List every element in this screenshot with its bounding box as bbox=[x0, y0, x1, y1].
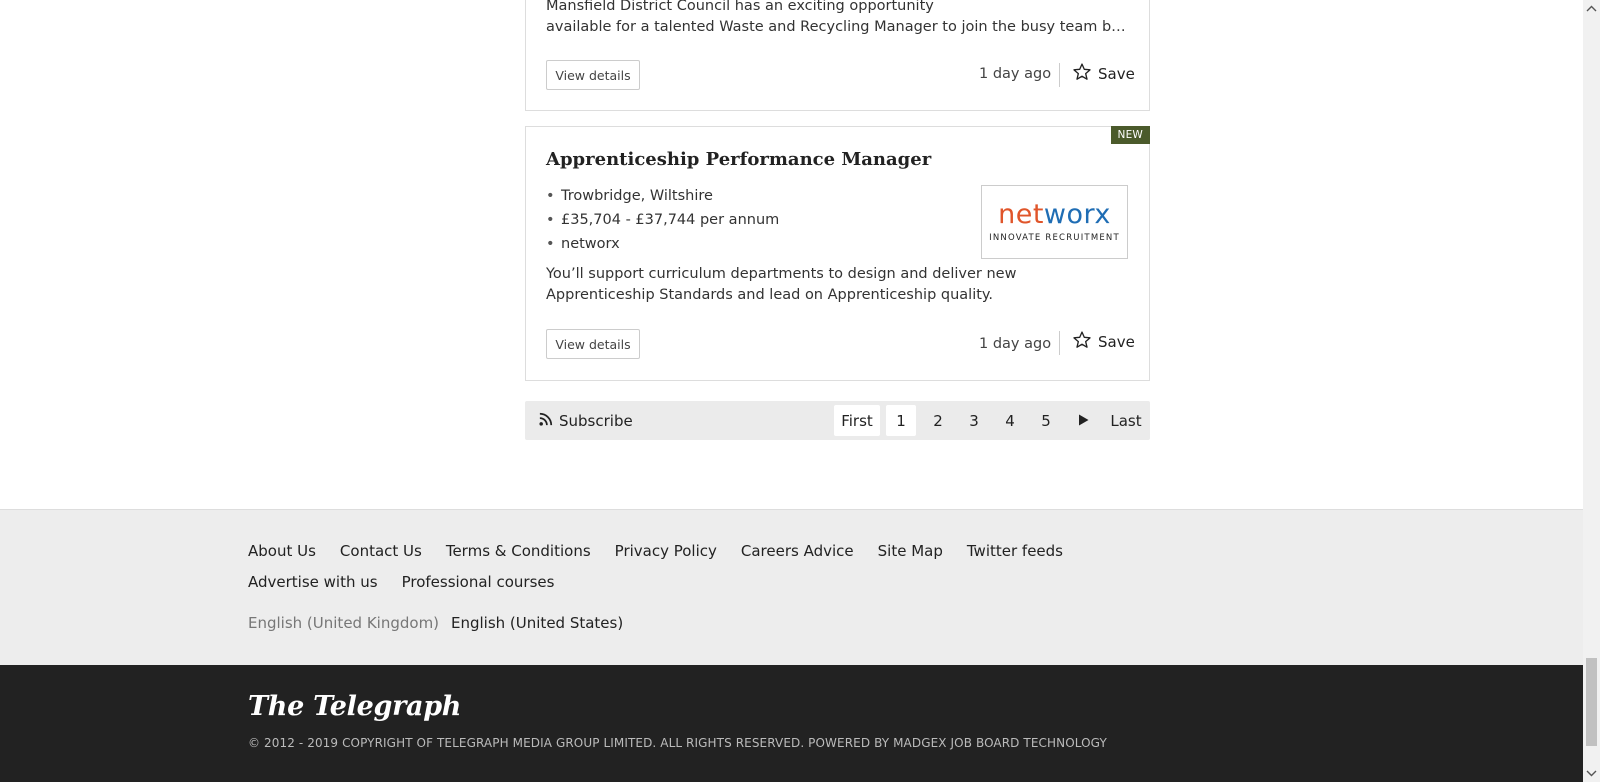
page: Mansfield District Council has an exciti… bbox=[0, 0, 1583, 782]
footer-link-contact-us[interactable]: Contact Us bbox=[340, 541, 422, 561]
page-links: First 1 2 3 4 5 Last bbox=[834, 401, 1150, 440]
footer: About Us Contact Us Terms & Conditions P… bbox=[0, 509, 1583, 665]
recruiter-logo[interactable]: networx INNOVATE RECRUITMENT bbox=[981, 185, 1128, 259]
subscribe-label: Subscribe bbox=[559, 411, 633, 430]
job-title-link[interactable]: Apprenticeship Performance Manager bbox=[546, 149, 931, 170]
posted-date: 1 day ago bbox=[979, 336, 1052, 352]
page-link-5[interactable]: 5 bbox=[1028, 405, 1064, 436]
job-location: Trowbridge, Wiltshire bbox=[546, 185, 779, 209]
job-card: Mansfield District Council has an exciti… bbox=[525, 0, 1150, 111]
last-page-link[interactable]: Last bbox=[1102, 405, 1150, 436]
language-option-uk[interactable]: English (United Kingdom) bbox=[248, 614, 439, 632]
subscribe-button[interactable]: Subscribe bbox=[539, 401, 633, 440]
job-recruiter: networx bbox=[546, 233, 779, 257]
job-description: You’ll support curriculum departments to… bbox=[546, 266, 1017, 303]
page-link-1[interactable]: 1 bbox=[886, 405, 916, 436]
play-arrow-icon bbox=[1078, 412, 1089, 430]
copyright-text: © 2012 - 2019 COPYRIGHT OF TELEGRAPH MED… bbox=[248, 736, 1107, 750]
footer-link-professional-courses[interactable]: Professional courses bbox=[402, 572, 555, 592]
recruiter-logo-tagline: INNOVATE RECRUITMENT bbox=[989, 233, 1120, 243]
save-job-button[interactable]: Save bbox=[1072, 330, 1135, 354]
footer-link-twitter-feeds[interactable]: Twitter feeds bbox=[967, 541, 1063, 561]
page-link-3[interactable]: 3 bbox=[956, 405, 992, 436]
job-card: NEW Apprenticeship Performance Manager T… bbox=[525, 126, 1150, 381]
job-salary: £35,704 - £37,744 per annum bbox=[546, 209, 779, 233]
save-label: Save bbox=[1098, 333, 1135, 351]
rss-icon bbox=[539, 412, 553, 430]
first-page-link[interactable]: First bbox=[834, 405, 880, 436]
divider bbox=[1059, 331, 1060, 355]
recruiter-logo-wordmark: networx bbox=[998, 199, 1111, 230]
footer-link-privacy[interactable]: Privacy Policy bbox=[615, 541, 717, 561]
footer-brand-bar: The Telegraph © 2012 - 2019 COPYRIGHT OF… bbox=[0, 665, 1583, 782]
save-label: Save bbox=[1098, 65, 1135, 83]
footer-link-about-us[interactable]: About Us bbox=[248, 541, 316, 561]
footer-nav: About Us Contact Us Terms & Conditions P… bbox=[248, 541, 1208, 592]
next-page-button[interactable] bbox=[1064, 405, 1102, 436]
save-job-button[interactable]: Save bbox=[1072, 62, 1135, 86]
job-description-line: Mansfield District Council has an exciti… bbox=[546, 0, 934, 14]
view-details-button[interactable]: View details bbox=[546, 60, 640, 90]
job-description: Mansfield District Council has an exciti… bbox=[546, 0, 1128, 38]
star-icon bbox=[1072, 62, 1092, 86]
scroll-down-icon[interactable] bbox=[1583, 765, 1600, 782]
scrollbar-thumb[interactable] bbox=[1586, 658, 1597, 746]
footer-link-site-map[interactable]: Site Map bbox=[878, 541, 943, 561]
scroll-up-icon[interactable] bbox=[1583, 0, 1600, 17]
new-badge: NEW bbox=[1110, 126, 1150, 144]
telegraph-logo[interactable]: The Telegraph bbox=[248, 691, 461, 722]
vertical-scrollbar[interactable] bbox=[1583, 0, 1600, 782]
job-description-line: available for a talented Waste and Recyc… bbox=[546, 19, 1128, 35]
language-option-us[interactable]: English (United States) bbox=[451, 614, 623, 632]
divider bbox=[1059, 63, 1060, 87]
page-link-2[interactable]: 2 bbox=[920, 405, 956, 436]
star-icon bbox=[1072, 330, 1092, 354]
posted-date: 1 day ago bbox=[979, 66, 1052, 82]
pagination-bar: Subscribe First 1 2 3 4 5 Last bbox=[525, 401, 1150, 440]
job-meta-list: Trowbridge, Wiltshire £35,704 - £37,744 … bbox=[546, 185, 779, 257]
footer-link-terms[interactable]: Terms & Conditions bbox=[446, 541, 591, 561]
footer-link-careers-advice[interactable]: Careers Advice bbox=[741, 541, 854, 561]
view-details-button[interactable]: View details bbox=[546, 329, 640, 359]
footer-link-advertise[interactable]: Advertise with us bbox=[248, 572, 378, 592]
page-link-4[interactable]: 4 bbox=[992, 405, 1028, 436]
